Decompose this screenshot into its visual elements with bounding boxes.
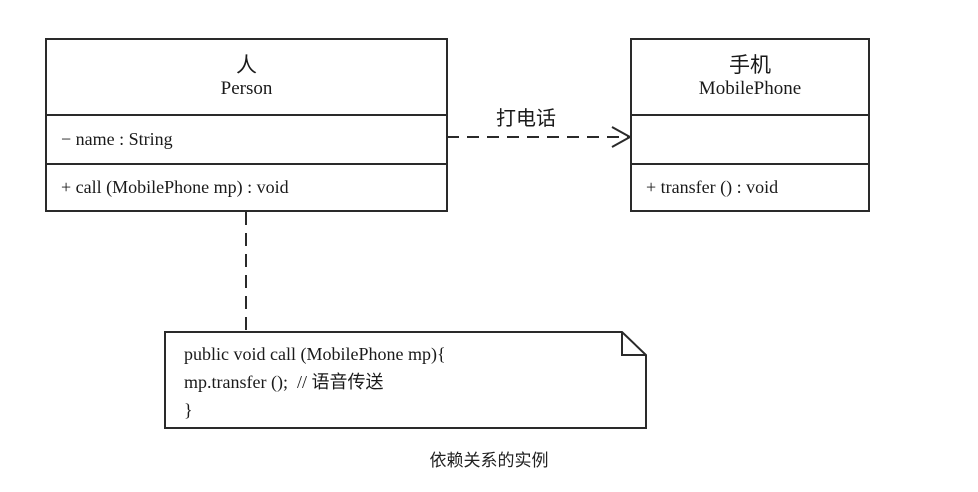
phone-method-section: + transfer () : void	[632, 165, 868, 210]
phone-class-header: 手机 MobilePhone	[632, 40, 868, 116]
code-note: public void call (MobilePhone mp){ mp.tr…	[164, 331, 647, 429]
note-line-2: mp.transfer (); // 语音传送	[184, 372, 384, 392]
person-attribute: − name : String	[61, 129, 173, 149]
note-line-1: public void call (MobilePhone mp){	[184, 344, 446, 364]
person-class-name-en: Person	[220, 78, 273, 99]
phone-method: + transfer () : void	[646, 177, 779, 197]
figure-caption: 依赖关系的实例	[429, 451, 549, 471]
phone-attribute-section	[632, 116, 868, 165]
phone-class-name-en: MobilePhone	[698, 78, 802, 99]
person-class-box: 人 Person − name : String + call (MobileP…	[45, 38, 448, 212]
person-attribute-section: − name : String	[47, 116, 446, 165]
phone-class-box: 手机 MobilePhone + transfer () : void	[630, 38, 870, 212]
person-method: + call (MobilePhone mp) : void	[61, 177, 289, 197]
person-class-name-cn: 人	[236, 53, 257, 77]
person-method-section: + call (MobilePhone mp) : void	[47, 165, 446, 210]
note-line-3: }	[184, 400, 193, 420]
phone-class-name-cn: 手机	[729, 53, 771, 77]
person-class-header: 人 Person	[47, 40, 446, 116]
dependency-label: 打电话	[496, 106, 556, 130]
